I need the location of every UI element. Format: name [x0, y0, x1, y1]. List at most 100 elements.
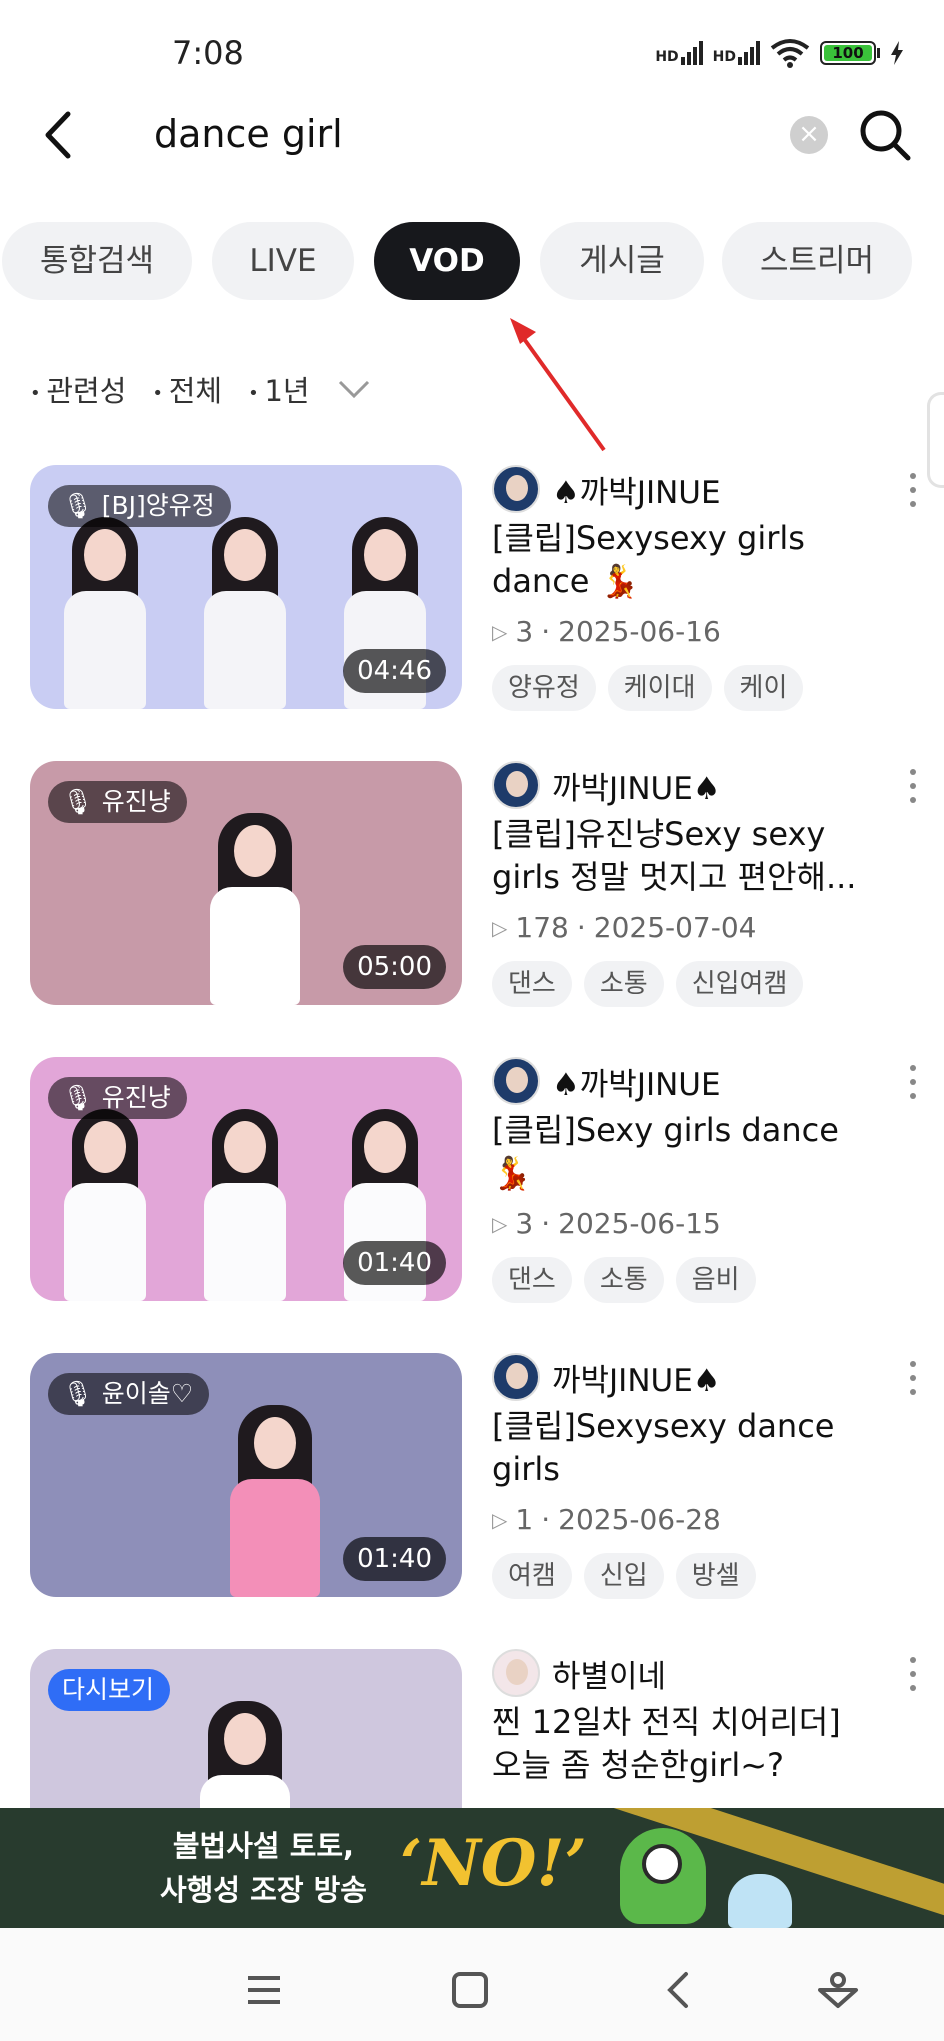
- channel-name[interactable]: ♠까박JINUE: [552, 467, 721, 512]
- avatar[interactable]: [492, 1649, 540, 1697]
- channel-row[interactable]: ♠까박JINUE: [492, 463, 721, 515]
- channel-name[interactable]: 까박JINUE♠: [552, 763, 721, 808]
- tag[interactable]: 신입: [583, 1553, 664, 1599]
- signal-label: HD: [655, 49, 679, 65]
- menu-icon[interactable]: [242, 1968, 286, 2012]
- upload-date: 2025-06-15: [558, 1207, 721, 1240]
- video-title[interactable]: [클립]유진냥Sexy sexy girls 정말 멋지고 편안해...: [492, 813, 872, 899]
- upload-date: 2025-06-28: [558, 1503, 721, 1536]
- assistant-icon[interactable]: [816, 1968, 860, 2012]
- list-item[interactable]: 🎙 [BJ]양유정 04:46 ♠까박JINUE [클립]Sexysexy gi…: [0, 465, 944, 715]
- mic-icon: 🎙: [62, 491, 94, 520]
- more-options-icon[interactable]: [908, 1065, 918, 1099]
- home-icon[interactable]: [448, 1968, 492, 2012]
- tag[interactable]: 방셀: [675, 1553, 756, 1599]
- warning-banner[interactable]: 불법사설 토토, 사행성 조장 방송 ‘NO!’: [0, 1808, 944, 1928]
- back-icon[interactable]: [656, 1968, 700, 2012]
- video-thumbnail[interactable]: 🎙 유진냥 01:40: [30, 1057, 462, 1301]
- streamer-badge: 🎙 [BJ]양유정: [48, 485, 231, 527]
- tag[interactable]: 여캠: [492, 1553, 572, 1599]
- video-title[interactable]: [클립]Sexysexy dance girls: [492, 1405, 872, 1491]
- streamer-badge: 🎙 유진냥: [48, 1077, 187, 1119]
- video-thumbnail[interactable]: 🎙 유진냥 05:00: [30, 761, 462, 1005]
- more-options-icon[interactable]: [908, 769, 918, 803]
- back-arrow-icon[interactable]: [40, 110, 80, 160]
- tag[interactable]: 음비: [675, 1257, 756, 1303]
- tag[interactable]: 케이대: [607, 665, 712, 711]
- play-count-icon: ▷: [492, 619, 508, 644]
- streamer-badge: 🎙 유진냥: [48, 781, 187, 823]
- more-options-icon[interactable]: [908, 473, 918, 507]
- video-meta: ▷ 3 · 2025-06-16: [492, 615, 721, 648]
- streamer-name: 윤이솔♡: [101, 1379, 194, 1408]
- channel-name[interactable]: ♠까박JINUE: [552, 1059, 721, 1104]
- tag-list: 댄스 소통 신입여캠: [492, 961, 804, 1007]
- filter-period[interactable]: 1년: [248, 368, 309, 410]
- tag[interactable]: 케이: [723, 665, 804, 711]
- list-item[interactable]: 🎙 유진냥 05:00 까박JINUE♠ [클립]유진냥Sexy sexy gi…: [0, 761, 944, 1011]
- search-input[interactable]: dance girl: [154, 112, 343, 156]
- battery-icon: 100: [820, 41, 880, 65]
- streamer-name: 유진냥: [101, 1083, 171, 1112]
- channel-row[interactable]: 까박JINUE♠: [492, 1351, 721, 1403]
- replay-badge: 다시보기: [48, 1669, 171, 1711]
- view-count: 1: [515, 1503, 534, 1536]
- tag[interactable]: 댄스: [492, 961, 572, 1007]
- tag[interactable]: 양유정: [492, 665, 596, 711]
- tab-vod[interactable]: VOD: [374, 222, 520, 300]
- clear-icon[interactable]: ×: [790, 116, 828, 154]
- upload-date: 2025-07-04: [593, 911, 757, 944]
- battery-level: 100: [824, 45, 872, 61]
- signal-label: HD: [712, 49, 736, 65]
- tab-integrated[interactable]: 통합검색: [2, 222, 192, 300]
- play-count-icon: ▷: [492, 915, 508, 940]
- tab-posts[interactable]: 게시글: [540, 222, 704, 300]
- avatar[interactable]: [492, 1353, 540, 1401]
- chevron-down-icon[interactable]: [336, 378, 372, 400]
- filter-type[interactable]: 전체: [152, 368, 222, 410]
- search-type-tabs: 통합검색 LIVE VOD 게시글 스트리머: [0, 222, 944, 300]
- avatar[interactable]: [492, 761, 540, 809]
- banner-slogan: ‘NO!’: [400, 1826, 587, 1901]
- tag-list: 댄스 소통 음비: [492, 1257, 756, 1303]
- list-item[interactable]: 🎙 유진냥 01:40 ♠까박JINUE [클립]Sexy girls danc…: [0, 1057, 944, 1307]
- tag[interactable]: 신입여캠: [675, 961, 804, 1007]
- tag[interactable]: 댄스: [492, 1257, 572, 1303]
- play-count-icon: ▷: [492, 1507, 508, 1532]
- video-title[interactable]: [클립]Sexysexy girls dance 💃: [492, 517, 872, 603]
- status-time: 7:08: [172, 34, 244, 72]
- status-icons: HD HD 100: [655, 38, 904, 68]
- avatar[interactable]: [492, 465, 540, 513]
- video-thumbnail[interactable]: 🎙 윤이솔♡ 01:40: [30, 1353, 462, 1597]
- channel-row[interactable]: 까박JINUE♠: [492, 759, 721, 811]
- tag[interactable]: 소통: [583, 1257, 664, 1303]
- banner-line-1: 불법사설 토토,: [172, 1829, 355, 1863]
- banner-text: 불법사설 토토, 사행성 조장 방송: [160, 1824, 367, 1912]
- channel-row[interactable]: 하별이네: [492, 1647, 666, 1699]
- streamer-name: [BJ]양유정: [101, 491, 215, 520]
- replay-label: 다시보기: [62, 1675, 155, 1704]
- list-item[interactable]: 🎙 윤이솔♡ 01:40 까박JINUE♠ [클립]Sexysexy dance…: [0, 1353, 944, 1603]
- filter-sort[interactable]: 관련성: [30, 368, 126, 410]
- tab-streamers[interactable]: 스트리머: [722, 222, 912, 300]
- avatar[interactable]: [492, 1057, 540, 1105]
- view-count: 3: [515, 1207, 534, 1240]
- video-title[interactable]: 찐 12일차 전직 치어리더] 오늘 좀 청순한girl~?: [492, 1701, 872, 1787]
- view-count: 3: [515, 615, 534, 648]
- cell-signal-icon: HD: [655, 41, 703, 65]
- tab-live[interactable]: LIVE: [212, 222, 354, 300]
- more-options-icon[interactable]: [908, 1361, 918, 1395]
- video-duration: 05:00: [343, 945, 446, 989]
- upload-date: 2025-06-16: [558, 615, 721, 648]
- video-title[interactable]: [클립]Sexy girls dance 💃: [492, 1109, 872, 1195]
- channel-name[interactable]: 까박JINUE♠: [552, 1355, 721, 1400]
- channel-row[interactable]: ♠까박JINUE: [492, 1055, 721, 1107]
- video-thumbnail[interactable]: 🎙 [BJ]양유정 04:46: [30, 465, 462, 709]
- tag[interactable]: 소통: [583, 961, 664, 1007]
- streamer-badge: 🎙 윤이솔♡: [48, 1373, 210, 1415]
- channel-name[interactable]: 하별이네: [552, 1651, 666, 1696]
- search-icon[interactable]: [858, 108, 912, 162]
- wifi-icon: [770, 39, 810, 68]
- filter-bar[interactable]: 관련성 전체 1년: [30, 364, 372, 414]
- more-options-icon[interactable]: [908, 1657, 918, 1691]
